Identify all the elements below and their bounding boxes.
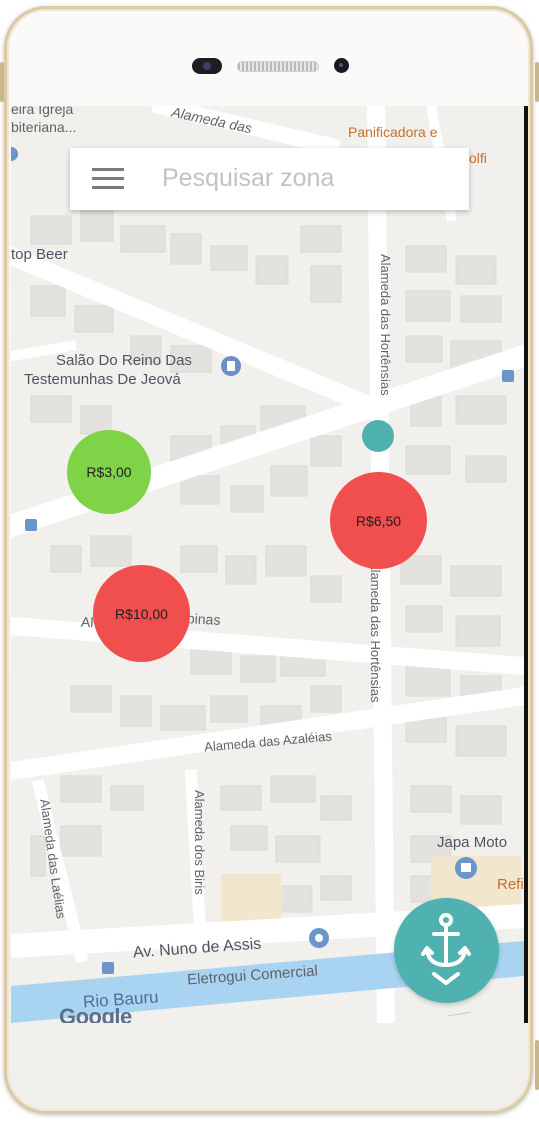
zone-marker-mid[interactable]: R$6,50 — [330, 472, 427, 569]
map-label-salao-2: Testemunhas De Jeová — [24, 371, 181, 388]
menu-icon[interactable] — [92, 166, 124, 192]
phone-frame: eira Igreja biteriana... Alameda das Pan… — [0, 0, 539, 1121]
map-label-biris: Alameda dos Biris — [192, 790, 207, 895]
anchor-icon — [421, 913, 471, 985]
map-canvas[interactable] — [11, 106, 524, 1023]
front-camera-icon — [334, 58, 349, 73]
map-label-salao: Salão Do Reino Das — [56, 352, 192, 369]
map-label-alameda-al: Al — [80, 613, 94, 631]
map-label-refi: Refi — [497, 876, 524, 893]
store-pin-icon — [309, 928, 329, 948]
map-label-japa-moto: Japa Moto — [437, 834, 508, 851]
map-label-pinas: pinas — [186, 610, 221, 628]
map-label-hortensias-top: Alameda das Hortênsias — [378, 254, 393, 396]
phone-side-button-right — [535, 62, 539, 102]
map-label-igreja-2: biteriana... — [11, 119, 77, 135]
search-input[interactable] — [162, 158, 452, 198]
map-label-panificadora: Panificadora e — [348, 124, 438, 140]
current-location-dot[interactable] — [362, 420, 394, 452]
zone-price-label: R$3,00 — [86, 464, 132, 480]
zone-price-label: R$10,00 — [115, 605, 168, 622]
google-logo: Google — [59, 1004, 132, 1023]
map-label-top-beer: top Beer — [11, 246, 68, 263]
map-label-igreja: eira Igreja — [11, 106, 74, 117]
moto-shop-pin-icon — [455, 857, 477, 879]
zone-marker-cheap[interactable]: R$3,00 — [67, 430, 151, 514]
zone-marker-expensive[interactable]: R$10,00 — [93, 565, 190, 662]
phone-side-button-left — [0, 62, 4, 102]
zone-price-label: R$6,50 — [355, 512, 402, 529]
front-sensor-icon — [192, 58, 222, 74]
phone-side-button-bottom — [535, 1040, 539, 1090]
map-label-olfi: olfi — [469, 150, 487, 166]
speaker-grille — [237, 61, 319, 72]
app-screen: eira Igreja biteriana... Alameda das Pan… — [11, 106, 528, 1023]
phone-bottom-bezel — [10, 1023, 529, 1108]
map-label-hortensias-bottom: Alameda das Hortênsias — [368, 561, 383, 703]
hall-pin-icon — [221, 356, 241, 376]
search-bar — [70, 148, 469, 210]
anchor-fab-button[interactable] — [394, 898, 499, 1003]
